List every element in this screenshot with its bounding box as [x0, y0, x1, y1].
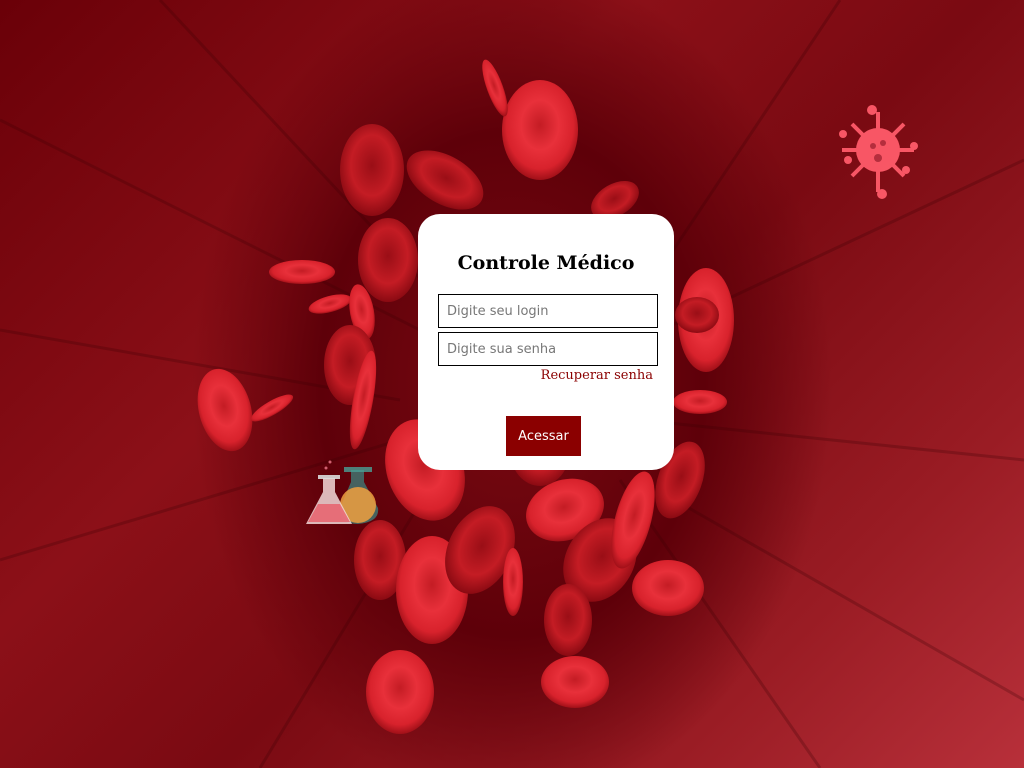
submit-button[interactable]: Acessar	[506, 416, 581, 456]
virus-icon	[839, 105, 918, 199]
recover-password-link[interactable]: Recuperar senha	[541, 368, 653, 383]
login-input[interactable]	[438, 294, 658, 328]
password-input[interactable]	[438, 332, 658, 366]
lab-flasks-icon	[306, 460, 379, 524]
login-card: Controle Médico Recuperar senha Acessar	[418, 214, 674, 470]
page-title: Controle Médico	[457, 252, 635, 274]
